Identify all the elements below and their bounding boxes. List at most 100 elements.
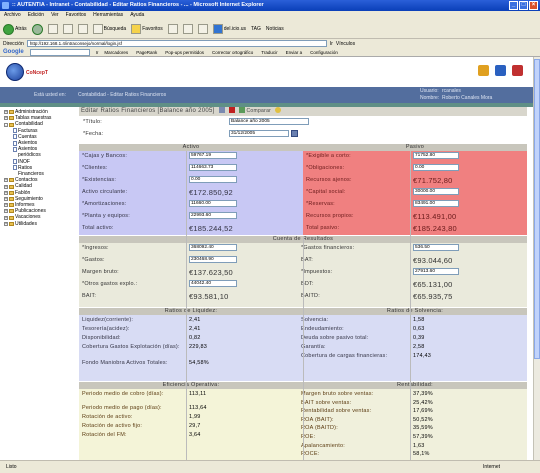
liquidez-label: Cobertura Gastos Explotación (días): <box>82 344 180 350</box>
expand-icon[interactable]: + <box>4 196 8 201</box>
resultado-left-input[interactable]: 230468.90 <box>189 256 237 263</box>
pasivo-row-value: €71.752,80 <box>413 176 453 185</box>
home-icon[interactable] <box>478 65 489 76</box>
expand-icon[interactable]: + <box>4 178 8 183</box>
expand-icon[interactable]: + <box>4 190 8 195</box>
tag-button[interactable]: TAG <box>251 26 261 32</box>
liquidez-value: 2,41 <box>189 317 201 323</box>
refresh-icon[interactable] <box>62 24 73 34</box>
google-toolbar-item[interactable]: Configuración <box>310 50 338 55</box>
rss-button[interactable]: Noticias <box>266 26 284 32</box>
solvencia-value: 1,58 <box>413 317 425 323</box>
delete-icon[interactable] <box>228 107 235 114</box>
rentabilidad-value: 25,42% <box>413 399 433 406</box>
url-input[interactable]: http://192.168.1.4/intraconsejo/normal/l… <box>26 40 327 47</box>
go-button[interactable]: Ir <box>330 41 333 47</box>
menu-item[interactable]: Ver <box>51 12 59 20</box>
solvencia-label: Deuda sobre pasivo total: <box>301 335 369 341</box>
home-icon[interactable] <box>77 24 88 34</box>
eficiencia-value: 113,11 <box>189 391 207 397</box>
folder-icon <box>9 196 14 201</box>
activo-row-input[interactable]: 0.00 <box>189 176 237 183</box>
compare-button[interactable]: Comparar <box>246 108 271 114</box>
settings-icon[interactable] <box>495 65 506 76</box>
rentabilidad-value: 35,59% <box>413 425 433 432</box>
history-icon[interactable] <box>167 24 178 34</box>
minimize-button[interactable]: _ <box>509 1 518 10</box>
resultado-left-label: BAIT: <box>82 293 97 299</box>
folder-icon <box>9 184 14 189</box>
scrollbar-thumb[interactable] <box>534 59 540 359</box>
expand-icon[interactable]: + <box>4 221 8 226</box>
activo-row-input[interactable]: 22993.60 <box>189 212 237 219</box>
resultado-right-input[interactable]: 536.50 <box>413 244 459 251</box>
help-icon[interactable] <box>275 107 282 114</box>
print-icon[interactable] <box>197 24 208 34</box>
menu-item[interactable]: Favoritos <box>66 12 87 20</box>
activo-row-input[interactable]: 59767.19 <box>189 152 237 159</box>
undo-icon[interactable] <box>238 107 245 114</box>
forward-button[interactable] <box>31 23 43 35</box>
menu-item[interactable]: Ayuda <box>130 12 144 20</box>
resultado-left-input[interactable]: 368092.40 <box>189 244 237 251</box>
menu-item[interactable]: Archivo <box>4 12 21 20</box>
tree-node[interactable]: + Utilidades <box>4 221 78 227</box>
activo-row-input[interactable]: 114663.73 <box>189 164 237 171</box>
rentabilidad-value: 57,39% <box>413 434 433 440</box>
expand-icon[interactable]: + <box>4 203 8 208</box>
logout-icon[interactable] <box>512 65 523 76</box>
pasivo-row-input[interactable]: 83491.00 <box>413 200 459 207</box>
expand-icon[interactable]: + <box>4 209 8 214</box>
google-toolbar-item[interactable]: Corrector ortográfico <box>212 50 253 55</box>
favorites-button[interactable]: Favoritos <box>131 24 163 34</box>
google-toolbar-item[interactable]: Marcadores <box>104 50 128 55</box>
pasivo-row-input[interactable]: 30000.00 <box>413 188 459 195</box>
close-button[interactable]: × <box>529 1 538 10</box>
activo-row-label: *Cajas y Bancos: <box>82 153 128 159</box>
back-button[interactable]: Atrás <box>3 23 27 35</box>
google-toolbar-item[interactable]: Enviar a <box>286 50 303 55</box>
pasivo-row-value: €185.243,80 <box>413 224 457 233</box>
menu-item[interactable]: Edición <box>28 12 44 20</box>
save-icon[interactable] <box>218 107 225 114</box>
expand-icon[interactable]: - <box>4 122 8 127</box>
google-go-button[interactable]: Ir <box>96 50 99 55</box>
delicious-button[interactable]: del.icio.us <box>212 24 246 34</box>
resultado-right-input[interactable]: 27913.60 <box>413 268 459 275</box>
title-input[interactable]: Balance año 2005 <box>229 118 309 125</box>
pasivo-row-label: Recursos ajenos: <box>306 177 352 183</box>
menu-item[interactable]: Herramientas <box>93 12 123 20</box>
activo-row-label: *Amortizaciones: <box>82 201 127 207</box>
rentabilidad-value: 17,69% <box>413 408 433 415</box>
status-bar: Listo Internet <box>0 460 540 473</box>
back-arrow-icon <box>3 23 14 35</box>
eficiencia-label: Periodo medio de pago (días): <box>82 405 162 411</box>
pasivo-row-input[interactable]: 0.00 <box>413 164 459 171</box>
liquidez-label: Tesorería(acidez): <box>82 326 130 332</box>
folder-icon <box>9 215 14 220</box>
date-input[interactable]: 31/12/2005 <box>229 130 289 137</box>
expand-icon[interactable]: + <box>4 184 8 189</box>
pasivo-row-input[interactable]: 71752.80 <box>413 152 459 159</box>
scrollbar[interactable] <box>533 57 540 460</box>
document-icon <box>13 165 17 171</box>
rentabilidad-value: 50,52% <box>413 416 433 423</box>
google-search-input[interactable] <box>29 48 90 56</box>
maximize-button[interactable]: □ <box>519 1 528 10</box>
resultado-left-input[interactable]: 44042.40 <box>189 280 237 287</box>
search-icon <box>92 24 103 34</box>
google-toolbar-item[interactable]: PageRank <box>136 50 157 55</box>
calendar-icon[interactable] <box>291 130 298 137</box>
expand-icon[interactable]: + <box>4 215 8 220</box>
pasivo-row-label: Recursos propios: <box>306 213 354 219</box>
search-button[interactable]: Búsqueda <box>92 24 126 34</box>
google-toolbar-item[interactable]: Pop-ups permitidos <box>165 50 204 55</box>
links-button[interactable]: Vínculos <box>336 41 355 47</box>
ie-icon <box>2 2 9 9</box>
mail-icon[interactable] <box>182 24 193 34</box>
activo-row-input[interactable]: 11660.00 <box>189 200 237 207</box>
expand-icon[interactable]: + <box>4 116 8 121</box>
expand-icon[interactable]: + <box>4 110 8 115</box>
google-toolbar-item[interactable]: Traducir <box>261 50 277 55</box>
stop-icon[interactable] <box>47 24 58 34</box>
